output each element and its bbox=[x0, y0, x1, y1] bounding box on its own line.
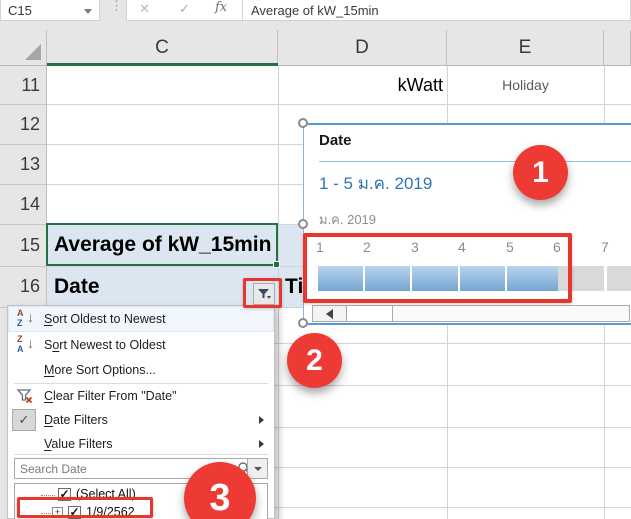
menu-item-more-sort-options[interactable]: More Sort Options... bbox=[8, 358, 274, 382]
menu-separator bbox=[14, 454, 268, 455]
arrow-left-icon bbox=[326, 309, 333, 319]
enter-icon[interactable]: ✓ bbox=[179, 1, 190, 17]
annotation-badge-1: 1 bbox=[513, 145, 568, 200]
chevron-down-icon bbox=[254, 467, 262, 471]
select-all-corner[interactable] bbox=[0, 30, 47, 65]
annotation-badge-2: 2 bbox=[287, 333, 342, 388]
slicer-resize-handle[interactable] bbox=[298, 118, 308, 128]
selected-column-indicator bbox=[47, 63, 278, 66]
search-scope-dropdown[interactable] bbox=[247, 459, 267, 478]
insert-function-icon[interactable]: fx bbox=[215, 0, 227, 15]
timeline-scroll-thumb[interactable] bbox=[347, 306, 393, 321]
active-cell-border bbox=[46, 223, 278, 266]
formula-input[interactable]: Average of kW_15min bbox=[242, 0, 631, 21]
row-header-11[interactable]: 11 bbox=[0, 66, 40, 104]
formula-text: Average of kW_15min bbox=[251, 3, 379, 18]
row-header-12[interactable]: 12 bbox=[0, 104, 40, 144]
cell-e11-holiday[interactable]: Holiday bbox=[447, 66, 604, 104]
formula-bar-grip-icon: ⋮ bbox=[110, 0, 123, 14]
annotation-rect-timeline-selection bbox=[303, 233, 572, 303]
menu-item-date-filters[interactable]: ✓ Date Filters bbox=[8, 408, 274, 432]
timeline-scrollbar[interactable] bbox=[312, 305, 630, 322]
sort-za-icon: ZA↓ bbox=[16, 334, 38, 356]
column-header-e[interactable]: E bbox=[447, 30, 604, 65]
submenu-arrow-icon bbox=[259, 440, 264, 448]
menu-item-clear-filter[interactable]: Clear Filter From "Date" bbox=[8, 384, 274, 408]
column-header-c[interactable]: C bbox=[47, 30, 278, 65]
timeline-divider bbox=[319, 161, 631, 162]
timeline-selected-range: 1 - 5 ม.ค. 2019 bbox=[319, 170, 432, 197]
row-header-15[interactable]: 15 bbox=[0, 224, 40, 266]
menu-item-sort-newest[interactable]: ZA↓ Sort Newest to Oldest bbox=[8, 332, 274, 358]
timeline-title: Date bbox=[319, 132, 352, 149]
row-header-14[interactable]: 14 bbox=[0, 184, 40, 224]
slicer-resize-handle[interactable] bbox=[298, 219, 308, 229]
row-header-13[interactable]: 13 bbox=[0, 144, 40, 184]
row-header-16[interactable]: 16 bbox=[0, 266, 40, 307]
slicer-resize-handle[interactable] bbox=[298, 318, 308, 328]
annotation-rect-date-value bbox=[17, 497, 153, 518]
cancel-icon[interactable]: ✕ bbox=[139, 1, 150, 17]
menu-item-sort-oldest[interactable]: AZ↓ Sort Oldest to Newest bbox=[8, 306, 274, 332]
tree-line bbox=[41, 495, 55, 496]
timeline-day-label[interactable]: 7 bbox=[601, 239, 609, 255]
column-header-d[interactable]: D bbox=[278, 30, 447, 65]
sort-az-icon: AZ↓ bbox=[16, 308, 38, 330]
annotation-rect-filter-button bbox=[243, 278, 282, 308]
cell-d11-kwatt[interactable]: kWatt bbox=[278, 66, 447, 104]
menu-item-value-filters[interactable]: Value Filters bbox=[8, 432, 274, 456]
column-header-f[interactable] bbox=[604, 30, 631, 65]
clear-filter-icon bbox=[16, 387, 34, 408]
timeline-scroll-left-button[interactable] bbox=[313, 306, 347, 321]
name-box-value: C15 bbox=[8, 3, 32, 18]
checkmark-icon: ✓ bbox=[12, 409, 36, 431]
fill-handle[interactable] bbox=[273, 261, 280, 268]
column-headers: C D E bbox=[0, 30, 631, 66]
timeline-bar-unselected[interactable] bbox=[607, 266, 631, 291]
formula-buttons: ✕ ✓ fx bbox=[126, 0, 243, 21]
excel-window: C15 ⋮ ✕ ✓ fx Average of kW_15min C D E 1… bbox=[0, 0, 631, 519]
submenu-arrow-icon bbox=[259, 416, 264, 424]
name-box-dropdown-icon[interactable] bbox=[84, 9, 92, 14]
timeline-period-label: ม.ค. 2019 bbox=[319, 209, 376, 230]
select-all-triangle-icon bbox=[25, 44, 41, 60]
formula-bar-chrome: C15 ⋮ ✕ ✓ fx Average of kW_15min bbox=[0, 0, 631, 30]
gridline bbox=[47, 104, 631, 105]
